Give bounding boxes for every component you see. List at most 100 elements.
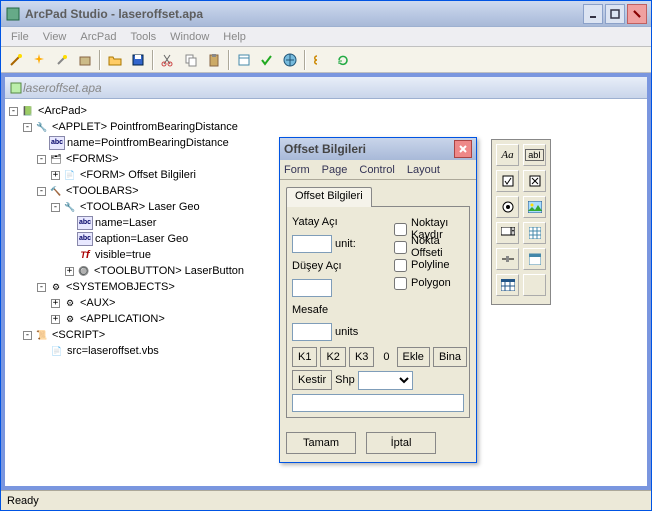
btn-k3[interactable]: K3 — [349, 347, 374, 367]
dmenu-control[interactable]: Control — [359, 164, 394, 176]
tool-save-icon[interactable] — [127, 49, 149, 71]
tree-view[interactable]: -📗<ArcPad> -🔧<APPLET> PointfromBearingDi… — [9, 103, 269, 359]
tool-globe-icon[interactable] — [279, 49, 301, 71]
tool-slider-icon[interactable] — [496, 248, 519, 270]
tool-date-icon[interactable] — [523, 248, 546, 270]
app-icon: ⚙ — [62, 312, 78, 326]
dialog-titlebar[interactable]: Offset Bilgileri — [280, 138, 476, 160]
btn-bina[interactable]: Bina — [433, 347, 467, 367]
tree-node[interactable]: <AUX> — [80, 295, 115, 311]
btn-ekle[interactable]: Ekle — [397, 347, 430, 367]
tree-node[interactable]: visible=true — [95, 247, 151, 263]
tool-wand-icon[interactable] — [5, 49, 27, 71]
toolbar-sep — [228, 50, 230, 70]
dialog-body: Offset Bilgileri Yatay Açı unit: Düşey A… — [280, 180, 476, 424]
abc-icon: abc — [49, 136, 65, 150]
tool-label-icon[interactable]: Aa — [496, 144, 519, 166]
btn-k2[interactable]: K2 — [320, 347, 345, 367]
tree-node[interactable]: <SYSTEMOBJECTS> — [66, 279, 175, 295]
chk-noktayi[interactable] — [394, 223, 407, 236]
tool-open-icon[interactable] — [104, 49, 126, 71]
menu-window[interactable]: Window — [164, 29, 215, 45]
btn-kestir[interactable]: Kestir — [292, 370, 332, 390]
tool-cut-icon[interactable] — [157, 49, 179, 71]
dmenu-layout[interactable]: Layout — [407, 164, 440, 176]
mdi-child: laseroffset.apa -📗<ArcPad> -🔧<APPLET> Po… — [4, 76, 648, 487]
menu-help[interactable]: Help — [217, 29, 252, 45]
tool-empty[interactable] — [523, 274, 546, 296]
form-icon: 📄 — [62, 168, 78, 182]
tree-node[interactable]: <ArcPad> — [38, 103, 87, 119]
menu-arcpad[interactable]: ArcPad — [74, 29, 122, 45]
chk-polygon[interactable] — [394, 277, 407, 290]
chk-polyline[interactable] — [394, 259, 407, 272]
tab-panel: Yatay Açı unit: Düşey Açı Mesafe units N… — [286, 206, 470, 418]
tool-table-icon[interactable] — [496, 274, 519, 296]
tool-script-icon[interactable] — [309, 49, 331, 71]
tree-node[interactable]: <SCRIPT> — [52, 327, 105, 343]
tree-node[interactable]: src=laseroffset.vbs — [67, 343, 159, 359]
tool-form-icon[interactable] — [233, 49, 255, 71]
vbs-icon: 📄 — [49, 344, 65, 358]
arcpad-icon: 📗 — [20, 104, 36, 118]
dmenu-page[interactable]: Page — [322, 164, 348, 176]
tree-node[interactable]: <FORMS> — [66, 151, 119, 167]
input-mesafe[interactable] — [292, 323, 332, 341]
tool-radio-icon[interactable] — [496, 196, 519, 218]
close-button[interactable] — [627, 4, 647, 24]
doc-icon — [9, 81, 23, 95]
tool-checkbox-icon[interactable] — [496, 170, 519, 192]
input-dusey[interactable] — [292, 279, 332, 297]
bool-icon: Tf — [77, 248, 93, 262]
offset-dialog: Offset Bilgileri Form Page Control Layou… — [279, 137, 477, 463]
minimize-button[interactable] — [583, 4, 603, 24]
tree-node[interactable]: <TOOLBAR> Laser Geo — [80, 199, 200, 215]
btn-tamam[interactable]: Tamam — [286, 432, 356, 454]
tool-textbox-icon[interactable]: abI — [523, 144, 546, 166]
dialog-close-button[interactable] — [454, 140, 472, 158]
tree-node[interactable]: <FORM> Offset Bilgileri — [80, 167, 196, 183]
input-yatay[interactable] — [292, 235, 332, 253]
tool-close-icon[interactable] — [523, 170, 546, 192]
tool-combo-icon[interactable] — [496, 222, 519, 244]
label-dusey: Düşey Açı — [292, 260, 347, 272]
sysobj-icon: ⚙ — [48, 280, 64, 294]
tool-copy-icon[interactable] — [180, 49, 202, 71]
shp-label: Shp — [335, 374, 355, 386]
tool-refresh-icon[interactable] — [332, 49, 354, 71]
tool-image-icon[interactable] — [523, 196, 546, 218]
input-result[interactable] — [292, 394, 464, 412]
tree-node[interactable]: caption=Laser Geo — [95, 231, 188, 247]
tree-node[interactable]: <TOOLBUTTON> LaserButton — [94, 263, 244, 279]
shp-select[interactable] — [358, 371, 413, 390]
tab-offset[interactable]: Offset Bilgileri — [286, 187, 372, 207]
app-icon — [5, 6, 21, 22]
tree-node[interactable]: <APPLICATION> — [80, 311, 165, 327]
dialog-menu: Form Page Control Layout — [280, 160, 476, 180]
toolbar-icon: 🔧 — [62, 200, 78, 214]
tool-paste-icon[interactable] — [203, 49, 225, 71]
tool-wand2-icon[interactable] — [51, 49, 73, 71]
menu-file[interactable]: File — [5, 29, 35, 45]
tool-box-icon[interactable] — [74, 49, 96, 71]
tree-node[interactable]: <TOOLBARS> — [66, 183, 139, 199]
tree-node[interactable]: name=PointfromBearingDistance — [67, 135, 229, 151]
abc-icon: abc — [77, 216, 93, 230]
menu-view[interactable]: View — [37, 29, 73, 45]
dmenu-form[interactable]: Form — [284, 164, 310, 176]
toolbar — [1, 47, 651, 73]
mdi-client: laseroffset.apa -📗<ArcPad> -🔧<APPLET> Po… — [1, 73, 651, 490]
control-toolbox: Aa abI — [491, 139, 551, 305]
menu-tools[interactable]: Tools — [124, 29, 162, 45]
tool-sparkle-icon[interactable] — [28, 49, 50, 71]
tool-verify-icon[interactable] — [256, 49, 278, 71]
tree-node[interactable]: name=Laser — [95, 215, 156, 231]
btn-iptal[interactable]: İptal — [366, 432, 436, 454]
unit-label: unit: — [335, 238, 356, 250]
tool-grid-icon[interactable] — [523, 222, 546, 244]
btn-k1[interactable]: K1 — [292, 347, 317, 367]
chk-nokta[interactable] — [394, 241, 407, 254]
tree-node[interactable]: <APPLET> PointfromBearingDistance — [52, 119, 238, 135]
maximize-button[interactable] — [605, 4, 625, 24]
statusbar: Ready — [1, 490, 651, 510]
